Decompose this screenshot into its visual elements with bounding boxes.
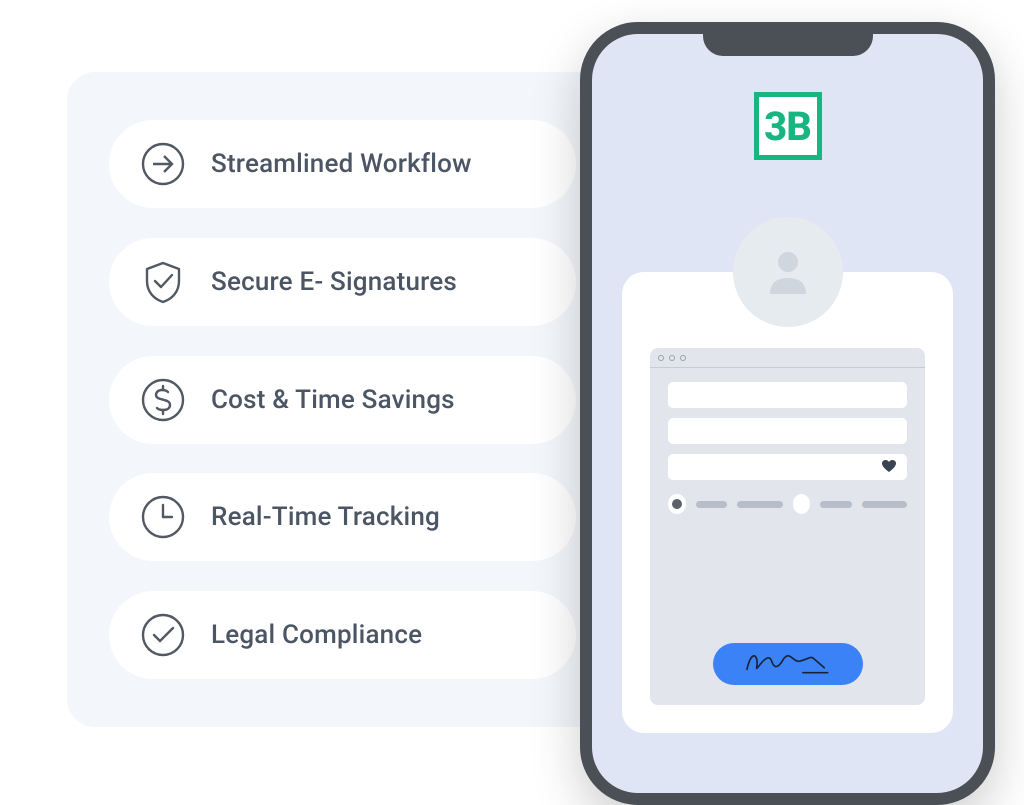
window-dot-icon [658, 355, 664, 361]
feature-realtime-tracking: Real-Time Tracking [109, 473, 576, 561]
placeholder-line [737, 501, 783, 508]
feature-streamlined-workflow: Streamlined Workflow [109, 120, 576, 208]
feature-label: Cost & Time Savings [211, 385, 455, 415]
dollar-icon [141, 378, 185, 422]
logo-text: 3B [764, 103, 811, 150]
phone-mockup: 3B [580, 22, 995, 805]
feature-legal-compliance: Legal Compliance [109, 591, 576, 679]
feature-label: Streamlined Workflow [211, 149, 472, 179]
form-input[interactable] [668, 382, 907, 408]
feature-cost-time-savings: Cost & Time Savings [109, 356, 576, 444]
feature-secure-esignatures: Secure E- Signatures [109, 238, 576, 326]
placeholder-line [820, 501, 852, 508]
form-options-row [650, 480, 925, 514]
clock-icon [141, 495, 185, 539]
heart-icon [881, 458, 897, 477]
form-card [622, 272, 953, 733]
placeholder-line [862, 501, 908, 508]
logo-3b: 3B [754, 92, 822, 160]
window-dot-icon [669, 355, 675, 361]
form-input-with-heart[interactable] [668, 454, 907, 480]
feature-label: Legal Compliance [211, 620, 422, 650]
feature-label: Secure E- Signatures [211, 267, 457, 297]
form-browser-panel [650, 348, 925, 705]
browser-toolbar [650, 348, 925, 368]
placeholder-line [696, 501, 728, 508]
arrow-right-icon [141, 142, 185, 186]
feature-label: Real-Time Tracking [211, 502, 440, 532]
window-dot-icon [680, 355, 686, 361]
avatar-placeholder-icon [733, 217, 843, 327]
radio-option-selected[interactable] [668, 494, 686, 514]
radio-option[interactable] [793, 494, 811, 514]
check-circle-icon [141, 613, 185, 657]
signature-icon [742, 648, 833, 680]
form-input[interactable] [668, 418, 907, 444]
features-panel: Streamlined Workflow Secure E- Signature… [67, 72, 612, 727]
sign-button[interactable] [713, 643, 863, 685]
shield-check-icon [141, 260, 185, 304]
